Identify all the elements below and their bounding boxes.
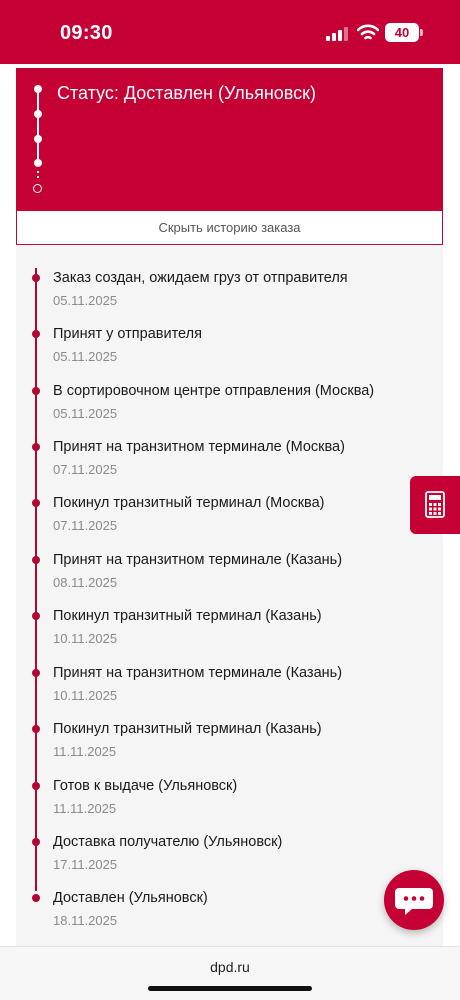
history-item-title: Заказ создан, ожидаем груз от отправител… bbox=[53, 270, 348, 286]
timeline-dot bbox=[32, 443, 40, 451]
timeline-dot bbox=[32, 274, 40, 282]
history-item-title: Принят на транзитном терминале (Казань) bbox=[53, 665, 343, 681]
status-title: Статус: Доставлен (Ульяновск) bbox=[57, 83, 316, 103]
history-item-title: Покинул транзитный терминал (Казань) bbox=[53, 608, 322, 624]
browser-address-bar[interactable]: dpd.ru bbox=[0, 946, 460, 1000]
battery-tip bbox=[420, 29, 423, 36]
home-indicator[interactable] bbox=[148, 986, 312, 991]
history-item-date: 10.11.2025 bbox=[53, 631, 118, 646]
calculator-icon bbox=[425, 491, 445, 518]
status-bar: 09:30 40 bbox=[0, 0, 460, 64]
history-item: В сортировочном центре отправления (Моск… bbox=[16, 369, 443, 421]
history-item-title: Доставлен (Ульяновск) bbox=[53, 890, 208, 906]
chat-bubble-icon bbox=[395, 888, 433, 915]
order-history-panel: Заказ создан, ожидаем груз от отправител… bbox=[16, 246, 443, 946]
timeline-dot bbox=[32, 725, 40, 733]
timeline-dot bbox=[32, 669, 40, 677]
history-item-title: В сортировочном центре отправления (Моск… bbox=[53, 383, 375, 399]
cellular-signal-icon bbox=[326, 27, 348, 41]
history-item-date: 17.11.2025 bbox=[53, 857, 118, 872]
history-item: Готов к выдаче (Ульяновск) 11.11.2025 bbox=[16, 764, 443, 816]
history-item-date: 07.11.2025 bbox=[53, 518, 118, 533]
status-header: Статус: Доставлен (Ульяновск) bbox=[17, 69, 442, 211]
mini-timeline-line bbox=[37, 89, 39, 165]
history-item-title: Доставка получателю (Ульяновск) bbox=[53, 834, 283, 850]
timeline-dot bbox=[32, 330, 40, 338]
clock: 09:30 bbox=[60, 22, 113, 44]
mini-timeline-dot bbox=[34, 85, 42, 93]
timeline-dot bbox=[32, 838, 40, 846]
url-text: dpd.ru bbox=[210, 959, 250, 975]
history-item: Заказ создан, ожидаем груз от отправител… bbox=[16, 256, 443, 308]
history-item-date: 11.11.2025 bbox=[53, 744, 117, 759]
order-status-card: Статус: Доставлен (Ульяновск) Скрыть ист… bbox=[16, 68, 443, 245]
mini-timeline-dot bbox=[34, 135, 42, 143]
history-item: Принят на транзитном терминале (Москва) … bbox=[16, 425, 443, 477]
history-item: Покинул транзитный терминал (Казань) 11.… bbox=[16, 707, 443, 759]
history-item-date: 18.11.2025 bbox=[53, 913, 118, 928]
timeline-dot bbox=[32, 894, 40, 902]
history-item-date: 05.11.2025 bbox=[53, 406, 118, 421]
history-item: Доставка получателю (Ульяновск) 17.11.20… bbox=[16, 820, 443, 872]
battery-icon: 40 bbox=[385, 23, 419, 42]
timeline-dot bbox=[32, 782, 40, 790]
hide-history-button[interactable]: Скрыть историю заказа bbox=[17, 211, 442, 245]
mini-timeline-dot bbox=[34, 110, 42, 118]
timeline-dot bbox=[32, 556, 40, 564]
history-item-date: 11.11.2025 bbox=[53, 801, 117, 816]
timeline-dot bbox=[32, 499, 40, 507]
calculator-button[interactable] bbox=[410, 476, 460, 534]
mini-timeline-open-dot bbox=[33, 184, 42, 193]
chat-button[interactable] bbox=[384, 870, 444, 930]
history-item: Принят на транзитном терминале (Казань) … bbox=[16, 651, 443, 703]
history-item: Доставлен (Ульяновск) 18.11.2025 bbox=[16, 876, 443, 928]
wifi-icon bbox=[357, 24, 379, 40]
history-item-title: Покинул транзитный терминал (Казань) bbox=[53, 721, 322, 737]
history-item: Принят на транзитном терминале (Казань) … bbox=[16, 538, 443, 590]
mini-timeline-dot bbox=[34, 159, 42, 167]
history-item-title: Принят на транзитном терминале (Казань) bbox=[53, 552, 343, 568]
history-item-title: Покинул транзитный терминал (Москва) bbox=[53, 495, 325, 511]
history-item-date: 08.11.2025 bbox=[53, 575, 118, 590]
history-item-date: 05.11.2025 bbox=[53, 349, 118, 364]
mini-timeline-ellipsis bbox=[37, 176, 39, 178]
timeline-dot bbox=[32, 387, 40, 395]
history-item-title: Принят у отправителя bbox=[53, 326, 202, 342]
history-item: Принят у отправителя 05.11.2025 bbox=[16, 312, 443, 364]
history-item-title: Принят на транзитном терминале (Москва) bbox=[53, 439, 345, 455]
mini-timeline-ellipsis bbox=[37, 171, 39, 173]
history-item-title: Готов к выдаче (Ульяновск) bbox=[53, 778, 238, 794]
history-item: Покинул транзитный терминал (Казань) 10.… bbox=[16, 594, 443, 646]
history-item-date: 07.11.2025 bbox=[53, 462, 118, 477]
history-item-date: 05.11.2025 bbox=[53, 293, 118, 308]
timeline-dot bbox=[32, 612, 40, 620]
history-item-date: 10.11.2025 bbox=[53, 688, 118, 703]
history-item: Покинул транзитный терминал (Москва) 07.… bbox=[16, 481, 443, 533]
